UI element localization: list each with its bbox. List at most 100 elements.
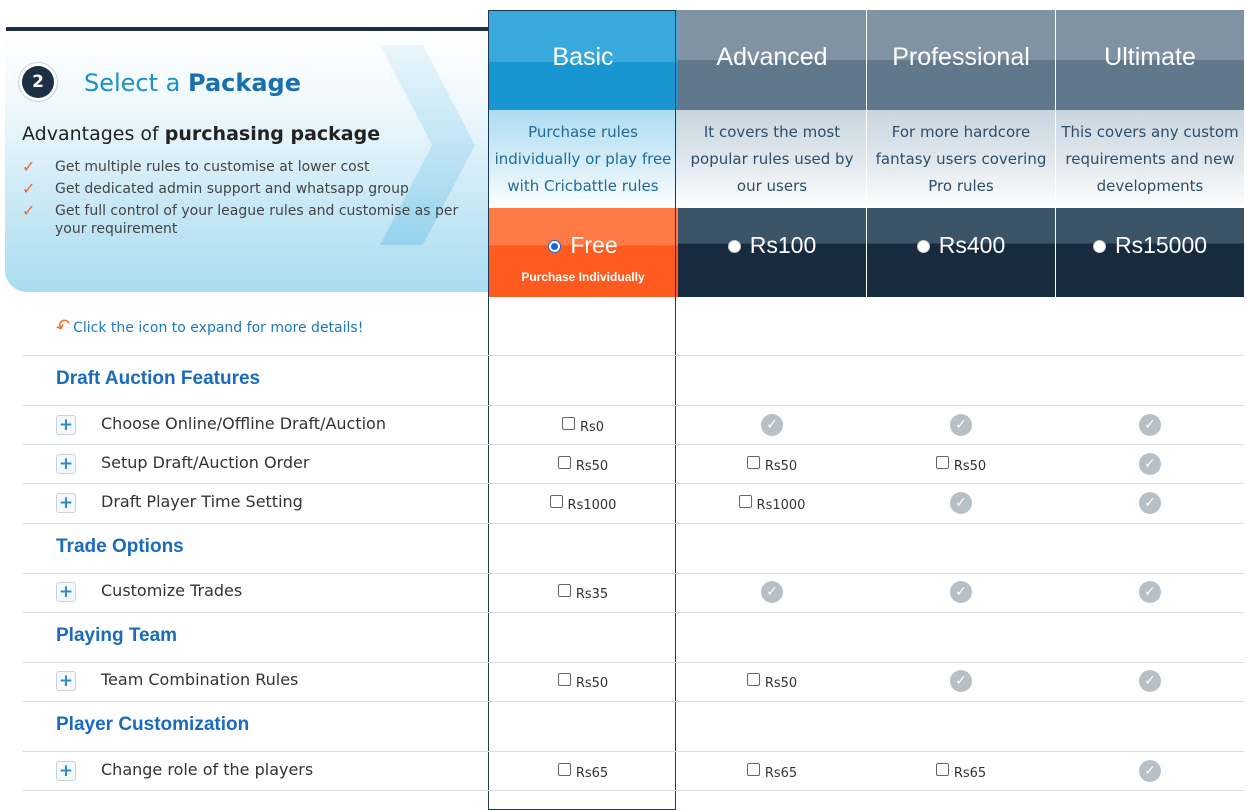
check-mark-icon: ✓	[22, 201, 36, 220]
price-cell: Rs65	[901, 759, 1021, 783]
column-divider	[1055, 10, 1056, 292]
check-mark-icon: ✓	[22, 157, 36, 176]
feature-checkbox[interactable]	[561, 416, 575, 430]
feature-checkbox[interactable]	[557, 583, 571, 597]
package-description: For more hardcore fantasy users covering…	[867, 110, 1055, 208]
check-circle-icon: ✓	[1139, 581, 1161, 603]
price-cell: Rs50	[523, 669, 643, 693]
expand-plus-icon[interactable]: +	[56, 493, 76, 513]
row-divider	[23, 701, 1244, 702]
feature-price: Rs50	[764, 458, 798, 474]
feature-checkbox[interactable]	[746, 672, 760, 686]
check-circle-icon: ✓	[761, 414, 783, 436]
price-cell: Rs1000	[523, 491, 643, 515]
package-description: This covers any custom requirements and …	[1056, 110, 1244, 208]
row-divider	[23, 790, 1244, 791]
package-name: Basic	[488, 10, 678, 110]
expand-plus-icon[interactable]: +	[56, 454, 76, 474]
package-price-option[interactable]: Rs100	[678, 208, 866, 297]
feature-checkbox[interactable]	[935, 455, 949, 469]
feature-label: Team Combination Rules	[101, 670, 299, 689]
expand-hint: ↶Click the icon to expand for more detai…	[52, 314, 364, 339]
package-name: Ultimate	[1056, 10, 1244, 110]
price-cell: Rs35	[523, 580, 643, 604]
feature-checkbox[interactable]	[557, 762, 571, 776]
package-column-advanced: Advanced It covers the most popular rule…	[678, 10, 866, 297]
package-column-basic: Basic Purchase rules individually or pla…	[488, 10, 678, 297]
price-cell: Rs1000	[712, 491, 832, 515]
row-divider	[23, 523, 1244, 524]
included-cell: ✓	[901, 580, 1021, 604]
feature-label: Setup Draft/Auction Order	[101, 453, 310, 472]
included-cell: ✓	[901, 669, 1021, 693]
expand-plus-icon[interactable]: +	[56, 761, 76, 781]
feature-checkbox[interactable]	[746, 762, 760, 776]
package-radio[interactable]	[1092, 240, 1106, 253]
package-radio[interactable]	[548, 240, 562, 253]
select-package-heading: Select a Package	[84, 69, 301, 97]
expand-plus-icon[interactable]: +	[56, 671, 76, 691]
package-price-option[interactable]: Rs400	[867, 208, 1055, 297]
feature-price: Rs35	[575, 586, 609, 602]
package-price-option[interactable]: Rs15000	[1056, 208, 1244, 297]
package-radio[interactable]	[727, 240, 741, 253]
package-column-ultimate: Ultimate This covers any custom requirem…	[1056, 10, 1244, 297]
package-price-option[interactable]: Free Purchase Individually	[488, 208, 678, 297]
feature-checkbox[interactable]	[746, 455, 760, 469]
row-divider	[23, 751, 1244, 752]
check-circle-icon: ✓	[1139, 414, 1161, 436]
advantages-list: ✓ Get multiple rules to customise at lowe…	[22, 158, 462, 242]
section-title: Playing Team	[56, 625, 178, 646]
feature-price: Rs1000	[756, 497, 806, 513]
check-circle-icon: ✓	[1139, 670, 1161, 692]
check-mark-icon: ✓	[22, 179, 36, 198]
included-cell: ✓	[1090, 491, 1210, 515]
feature-label: Choose Online/Offline Draft/Auction	[101, 414, 386, 433]
expand-plus-icon[interactable]: +	[56, 415, 76, 435]
feature-checkbox[interactable]	[549, 494, 563, 508]
row-divider	[23, 444, 1244, 445]
check-circle-icon: ✓	[1139, 760, 1161, 782]
row-divider	[23, 355, 1244, 356]
check-circle-icon: ✓	[950, 581, 972, 603]
row-divider	[23, 662, 1244, 663]
price-cell: Rs65	[523, 759, 643, 783]
check-circle-icon: ✓	[761, 581, 783, 603]
feature-price: Rs50	[575, 675, 609, 691]
check-circle-icon: ✓	[950, 670, 972, 692]
row-divider	[23, 483, 1244, 484]
included-cell: ✓	[901, 413, 1021, 437]
advantage-item: ✓ Get dedicated admin support and whatsap…	[22, 179, 409, 198]
feature-checkbox[interactable]	[557, 455, 571, 469]
package-name: Professional	[867, 10, 1055, 110]
price-cell: Rs0	[523, 413, 643, 437]
included-cell: ✓	[1090, 452, 1210, 476]
price-cell: Rs50	[712, 452, 832, 476]
feature-label: Customize Trades	[101, 581, 243, 600]
advantage-item: ✓ Get full control of your league rules a…	[22, 201, 459, 238]
feature-checkbox[interactable]	[738, 494, 752, 508]
column-divider	[866, 10, 867, 292]
included-cell: ✓	[1090, 413, 1210, 437]
section-title: Draft Auction Features	[56, 368, 261, 389]
feature-price: Rs50	[575, 458, 609, 474]
feature-label: Change role of the players	[101, 760, 314, 779]
package-radio[interactable]	[916, 240, 930, 253]
included-cell: ✓	[1090, 759, 1210, 783]
package-name: Advanced	[678, 10, 866, 110]
check-circle-icon: ✓	[1139, 492, 1161, 514]
check-circle-icon: ✓	[950, 492, 972, 514]
row-divider	[23, 573, 1244, 574]
package-price-subtext: Purchase Individually	[521, 270, 645, 284]
feature-checkbox[interactable]	[935, 762, 949, 776]
package-description: Purchase rules individually or play free…	[488, 110, 678, 208]
feature-price: Rs65	[764, 765, 798, 781]
included-cell: ✓	[712, 580, 832, 604]
section-title: Player Customization	[56, 714, 250, 735]
feature-price: Rs0	[579, 419, 605, 435]
check-circle-icon: ✓	[1139, 453, 1161, 475]
package-description: It covers the most popular rules used by…	[678, 110, 866, 208]
feature-checkbox[interactable]	[557, 672, 571, 686]
intro-panel: 2 Select a Package Advantages of purchas…	[5, 31, 488, 292]
expand-plus-icon[interactable]: +	[56, 582, 76, 602]
